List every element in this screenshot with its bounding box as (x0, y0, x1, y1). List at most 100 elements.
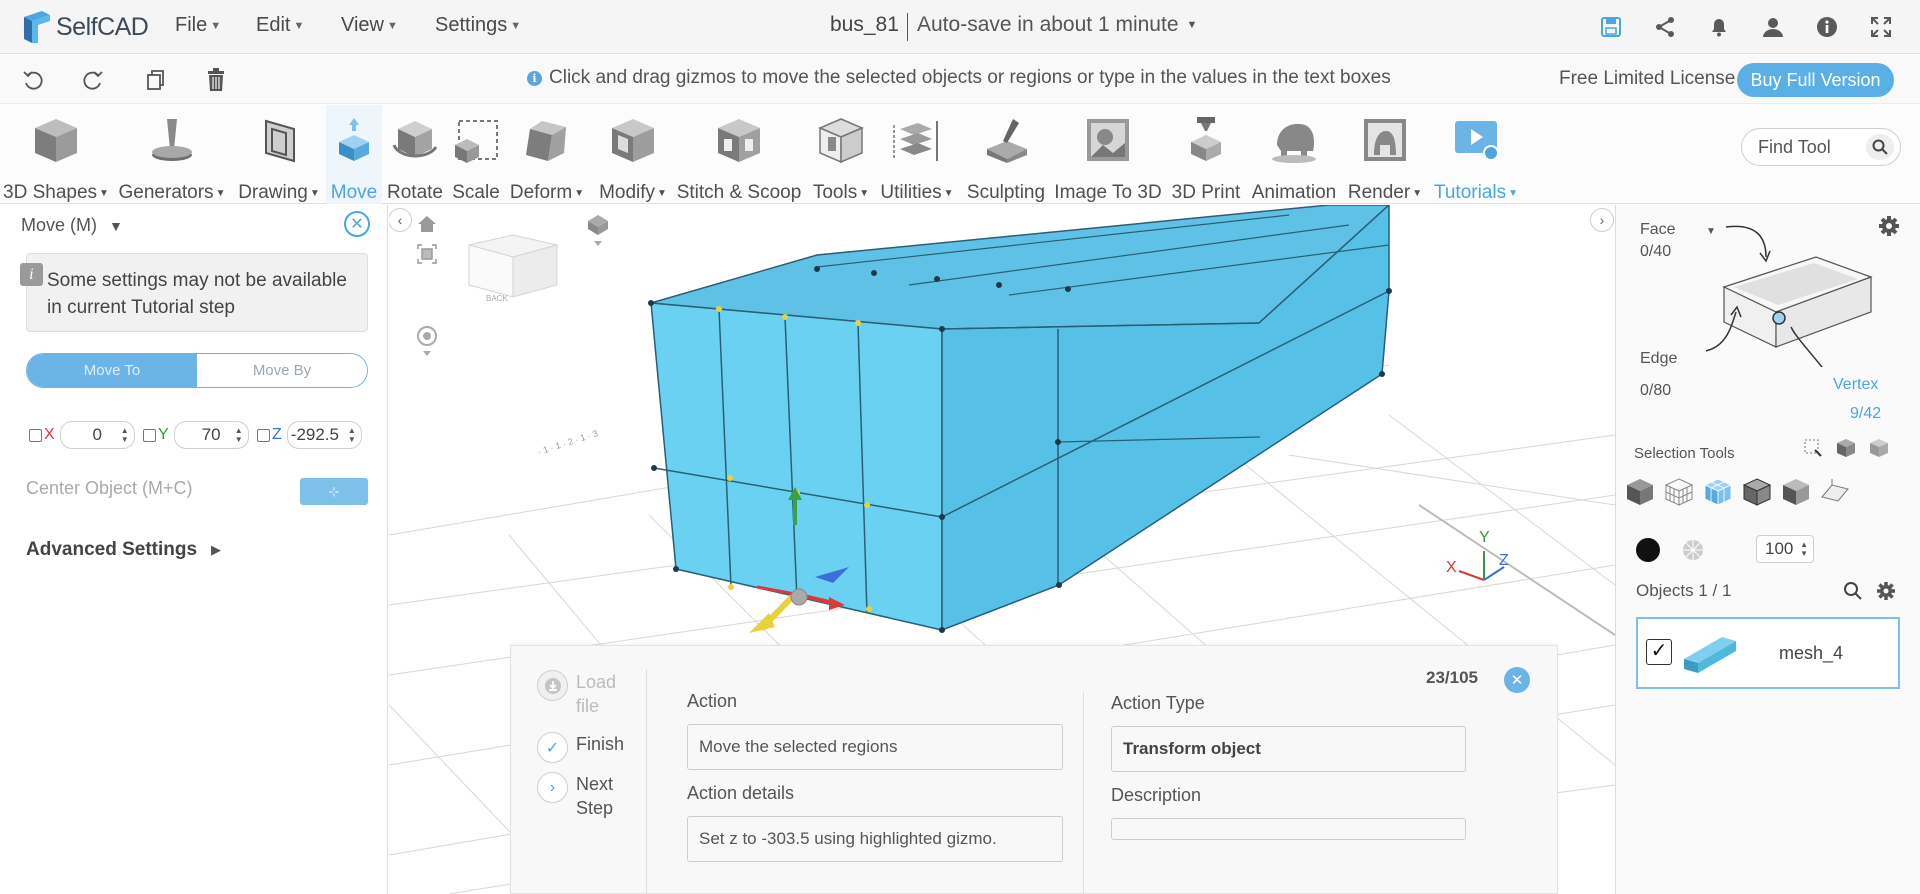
zoom-fit-icon[interactable] (416, 243, 438, 270)
copy-icon[interactable] (142, 67, 168, 93)
collapse-left-panel-button[interactable]: ‹ (389, 208, 412, 232)
x-lock-checkbox[interactable] (29, 428, 42, 442)
scale-icon (449, 113, 503, 166)
stepper-icon[interactable]: ▲ ▼ (121, 426, 129, 444)
undo-icon[interactable] (20, 67, 46, 93)
tool-stitch-scoop[interactable]: Stitch & Scoop (676, 105, 802, 204)
object-visible-checkbox[interactable]: ✓ (1646, 639, 1672, 665)
axis-triad: Y X Z (1446, 529, 1509, 581)
find-tool-search[interactable]: Find Tool (1741, 128, 1901, 166)
tool-tools[interactable]: Tools ▼ (807, 105, 875, 204)
home-icon[interactable] (416, 214, 438, 239)
tutorial-step-finish[interactable]: ✓ Finish (537, 732, 624, 763)
tutorial-step-load-file[interactable]: Load file (537, 670, 626, 718)
select-edges-icon[interactable] (1742, 477, 1772, 507)
center-object-button[interactable]: ⊹ (300, 478, 368, 505)
tool-scale[interactable]: Scale (449, 105, 503, 204)
redo-icon[interactable] (80, 67, 106, 93)
z-value-input[interactable]: -292.5 ▲ ▼ (286, 421, 362, 449)
color-swatch[interactable] (1636, 538, 1660, 562)
solid-select-icon[interactable] (1869, 438, 1889, 463)
chevron-down-icon: ▼ (99, 187, 109, 199)
autosave-status[interactable]: Auto-save in about 1 minute ▼ (917, 13, 1197, 37)
chevron-left-icon: ‹ (397, 212, 403, 228)
tool-modify[interactable]: Modify ▼ (592, 105, 674, 204)
y-lock-checkbox[interactable] (143, 428, 156, 442)
tool-sculpting[interactable]: Sculpting (963, 105, 1049, 204)
chevron-down-icon: ▼ (859, 187, 870, 199)
tool-modify-label: Modify (599, 182, 656, 203)
select-faces-icon[interactable] (1703, 477, 1733, 507)
menu-view[interactable]: View ▼ (341, 14, 398, 37)
select-wireframe-icon[interactable] (1664, 477, 1694, 507)
user-icon[interactable] (1760, 14, 1786, 40)
advanced-settings-toggle[interactable]: Advanced Settings ▶ (26, 539, 221, 561)
close-icon[interactable]: ✕ (344, 211, 370, 237)
camera-view-icon[interactable] (586, 213, 610, 254)
stepper-icon[interactable]: ▲ ▼ (348, 426, 356, 444)
object-list-item[interactable]: ✓ mesh_4 (1636, 617, 1900, 689)
tool-3d-print[interactable]: 3D Print (1167, 105, 1245, 204)
select-plane-icon[interactable] (1820, 477, 1850, 507)
tool-tutorials[interactable]: Tutorials ▼ (1430, 105, 1522, 204)
mesh-bus (648, 205, 1392, 633)
cube-select-icon[interactable] (1836, 438, 1856, 463)
y-axis-label: Y (158, 426, 169, 443)
document-name[interactable]: bus_81 (830, 13, 899, 37)
move-to-button[interactable]: Move To (27, 354, 197, 387)
tool-render[interactable]: Render ▼ (1345, 105, 1425, 204)
selfcad-logo[interactable]: SelfCAD (20, 6, 149, 48)
info-icon[interactable] (1814, 14, 1840, 40)
tool-deform[interactable]: Deform ▼ (507, 105, 587, 204)
x-axis-label: X (44, 426, 55, 443)
fullscreen-icon[interactable] (1868, 14, 1894, 40)
search-icon[interactable] (1866, 134, 1894, 160)
z-value: -292.5 (290, 425, 339, 444)
share-icon[interactable] (1652, 14, 1678, 40)
tool-move[interactable]: Move (326, 105, 382, 204)
stepper-icon[interactable]: ▲ ▼ (235, 426, 243, 444)
tool-3d-shapes[interactable]: 3D Shapes ▼ (2, 105, 110, 204)
select-half-icon[interactable] (1781, 477, 1811, 507)
tool-generators[interactable]: Generators ▼ (116, 105, 228, 204)
collapse-right-panel-button[interactable]: › (1590, 208, 1614, 232)
face-mode-select[interactable]: Face ▼ (1640, 221, 1716, 239)
move-panel-title[interactable]: Move (M) ▼ (21, 215, 123, 236)
z-lock-checkbox[interactable] (257, 428, 270, 442)
menu-settings[interactable]: Settings ▼ (435, 14, 521, 37)
menu-file[interactable]: File ▼ (175, 14, 221, 37)
texture-sphere-icon[interactable] (1681, 538, 1705, 567)
gear-icon[interactable] (1876, 581, 1896, 606)
caret-right-icon: ▶ (211, 542, 222, 557)
action-type-label: Action Type (1111, 693, 1205, 713)
tool-animation[interactable]: Animation (1248, 105, 1340, 204)
buy-full-version-button[interactable]: Buy Full Version (1737, 63, 1894, 97)
tool-image-to-3d[interactable]: Image To 3D (1053, 105, 1163, 204)
tool-drawing[interactable]: Drawing ▼ (234, 105, 324, 204)
title-divider (907, 13, 908, 41)
x-value-input[interactable]: 0 ▲ ▼ (59, 421, 135, 449)
save-icon[interactable] (1598, 14, 1624, 40)
search-icon[interactable] (1843, 581, 1863, 606)
y-value-input[interactable]: 70 ▲ ▼ (173, 421, 249, 449)
rect-select-icon[interactable] (1803, 438, 1823, 463)
tool-ribbon: 3D Shapes ▼ Generators ▼ Drawing ▼ Move Rot… (0, 105, 1920, 204)
selection-mode-cube-icon[interactable] (1706, 217, 1886, 367)
axis-x-label: X (1446, 559, 1457, 576)
view-cube[interactable]: BACK (468, 234, 558, 303)
animation-icon (1267, 113, 1321, 166)
chevron-down-icon: ▼ (387, 19, 398, 32)
3d-viewport[interactable]: · 1 · 1 · 2 · 1 · 3 BACK Y X Z ‹ › Load … (389, 205, 1615, 894)
orbit-icon[interactable] (416, 325, 438, 364)
select-object-icon[interactable] (1625, 477, 1655, 507)
tool-utilities[interactable]: Utilities ▼ (877, 105, 957, 204)
tool-rotate[interactable]: Rotate (385, 105, 445, 204)
close-icon[interactable]: ✕ (1504, 667, 1530, 693)
tutorial-step-next[interactable]: › Next Step (537, 772, 626, 820)
delete-icon[interactable] (203, 67, 229, 93)
brush-size-input[interactable]: 100 ▲ ▼ (1756, 535, 1814, 563)
bell-icon[interactable] (1706, 14, 1732, 40)
menu-edit[interactable]: Edit ▼ (256, 14, 304, 37)
move-by-button[interactable]: Move By (197, 354, 367, 387)
stepper-icon[interactable]: ▲ ▼ (1800, 540, 1808, 558)
